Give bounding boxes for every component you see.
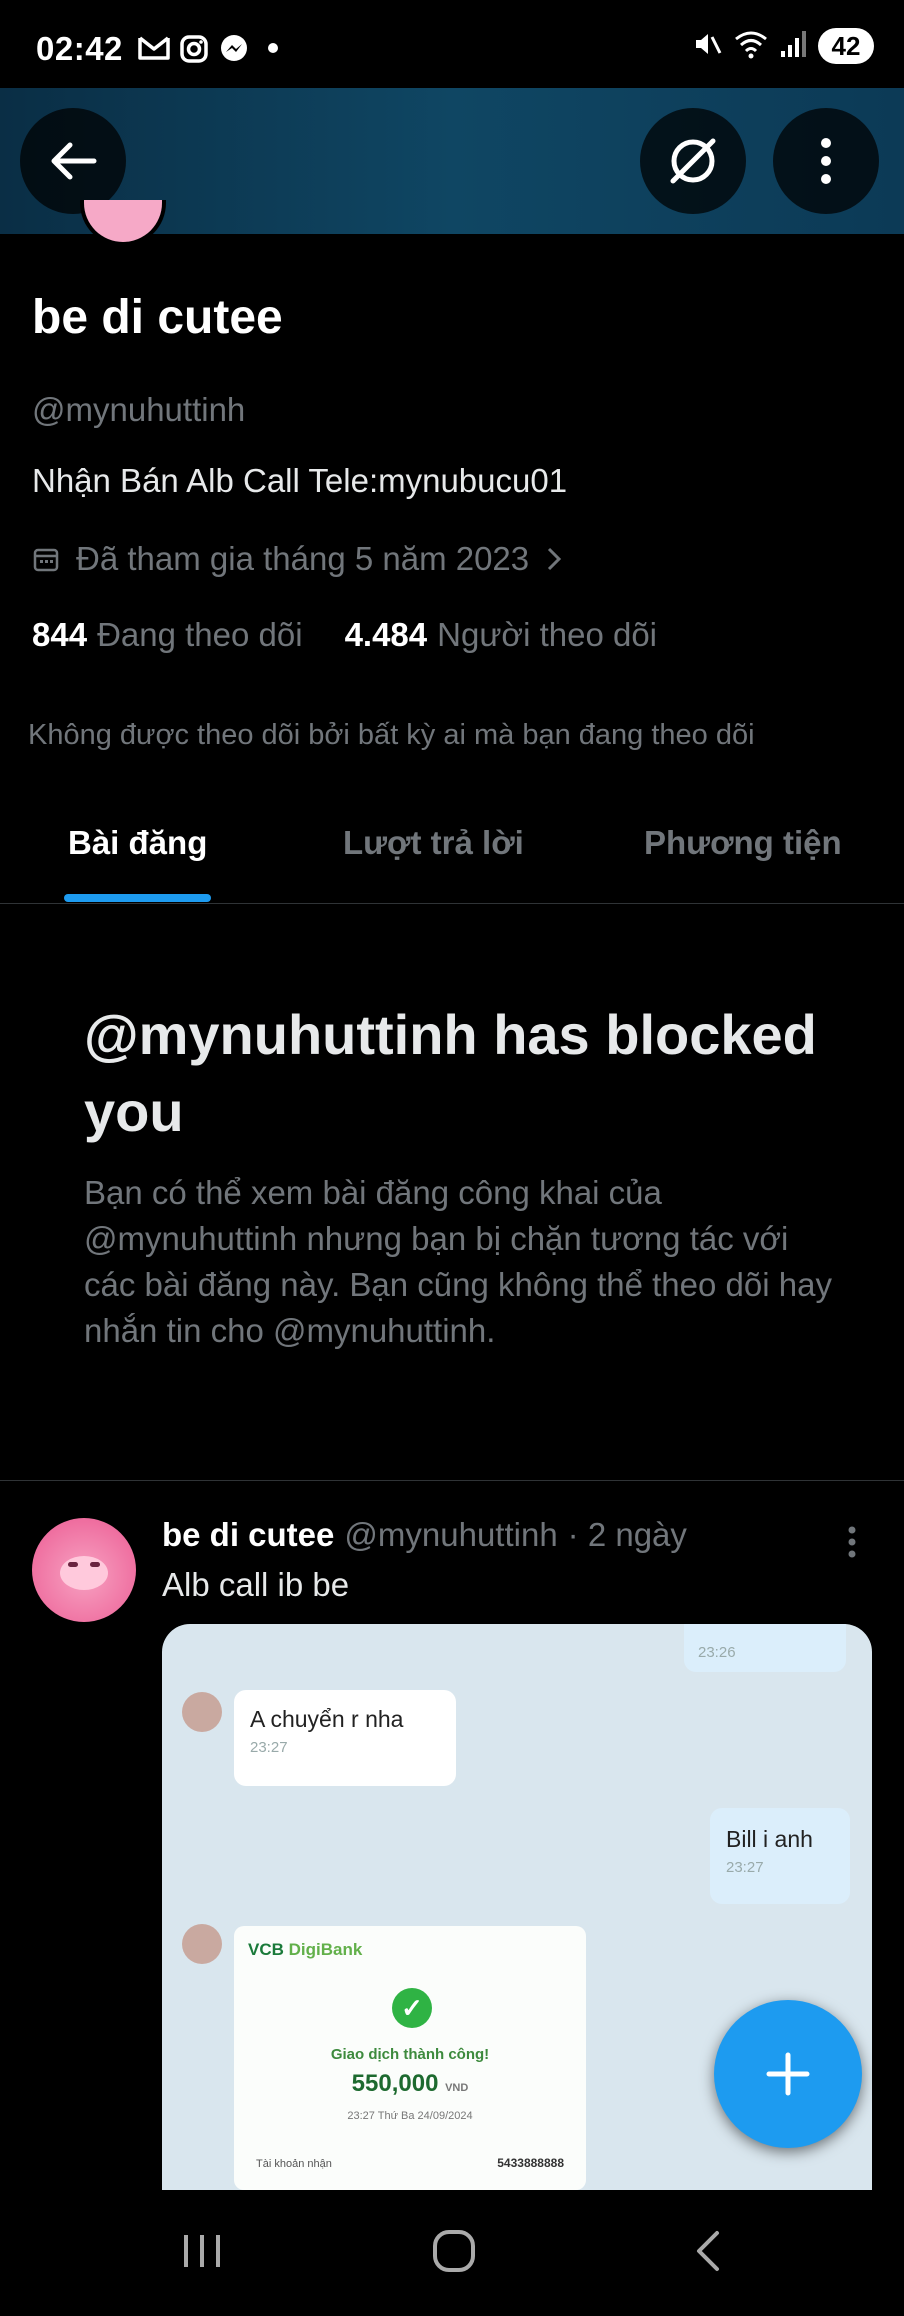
compose-button[interactable]: [714, 2000, 862, 2148]
more-notifications-dot: [268, 43, 278, 53]
post-text: Alb call ib be: [162, 1566, 350, 1603]
post-author-handle[interactable]: @mynuhuttinh: [344, 1516, 557, 1554]
post-more-button[interactable]: [840, 1522, 864, 1562]
post-header: be di cutee @mynuhuttinh · 2 ngày: [162, 1516, 687, 1554]
messenger-icon: [218, 34, 250, 62]
profile-bio: Nhận Bán Alb Call Tele:mynubucu01: [32, 462, 568, 499]
following-count: 844: [32, 616, 88, 653]
follow-counts: 844 Đang theo dõi 4.484 Người theo dõi: [32, 616, 657, 654]
more-options-button[interactable]: [773, 108, 879, 214]
gmail-icon: [138, 34, 170, 62]
post-avatar[interactable]: [32, 1518, 136, 1622]
chat-bubble: A chuyển r nha 23:27: [234, 1690, 456, 1786]
joined-text: Đã tham gia tháng 5 năm 2023: [76, 540, 530, 577]
system-icons: 42: [692, 28, 874, 64]
grok-icon: [670, 138, 716, 184]
back-nav-button[interactable]: [663, 2216, 753, 2286]
avatar-face: [60, 1556, 108, 1590]
tab-posts[interactable]: Bài đăng: [68, 824, 207, 862]
chat-time: 23:27: [726, 1859, 764, 1876]
followers-count: 4.484: [344, 616, 428, 653]
home-button[interactable]: [409, 2216, 499, 2286]
more-vertical-icon: [848, 1526, 856, 1558]
profile-tabs: Bài đăng Lượt trả lời Phương tiện: [0, 800, 904, 904]
receipt-amount: 550,000: [351, 2070, 439, 2097]
chat-bubble: 23:26: [684, 1624, 846, 1672]
system-nav-bar: [0, 2190, 904, 2316]
followers-link[interactable]: 4.484 Người theo dõi: [345, 616, 657, 654]
chat-message: A chuyển r nha: [250, 1706, 404, 1732]
chat-message: Bill i anh: [726, 1826, 813, 1852]
followers-label: Người theo dõi: [437, 616, 658, 653]
back-button[interactable]: [20, 108, 126, 214]
joined-date[interactable]: Đã tham gia tháng 5 năm 2023: [32, 540, 563, 578]
battery-indicator: 42: [818, 28, 874, 64]
mute-icon: [692, 29, 722, 64]
recents-icon: [184, 2235, 220, 2267]
chat-avatar: [182, 1692, 222, 1732]
chevron-right-icon: [548, 547, 562, 571]
chat-bubble: Bill i anh 23:27: [710, 1808, 850, 1904]
divider: [0, 1480, 904, 1481]
receipt-bank: VCB: [248, 1940, 284, 1959]
wifi-icon: [734, 29, 768, 64]
chat-time: 23:27: [250, 1739, 288, 1756]
avatar-eye: [90, 1562, 100, 1567]
receipt-account-label: Tài khoản nhận: [256, 2158, 332, 2170]
receipt-status: Giao dịch thành công!: [330, 2046, 490, 2063]
calendar-icon: [33, 548, 59, 572]
status-time: 02:42: [36, 30, 123, 67]
following-link[interactable]: 844 Đang theo dõi: [32, 616, 303, 654]
receipt-bank-sub: DigiBank: [288, 1940, 363, 1959]
instagram-icon: [178, 34, 210, 63]
post-author-name[interactable]: be di cutee: [162, 1516, 334, 1554]
tab-media[interactable]: Phương tiện: [644, 824, 842, 862]
chat-avatar: [182, 1924, 222, 1964]
avatar-eye: [68, 1562, 78, 1567]
recents-button[interactable]: [157, 2216, 247, 2286]
post-time: · 2 ngày: [567, 1516, 687, 1553]
profile-name: be di cutee: [32, 291, 283, 344]
bank-receipt: VCB DigiBank ✓ Giao dịch thành công! 550…: [234, 1926, 586, 2190]
blocked-title: @mynuhuttinh has blocked you: [84, 1003, 817, 1143]
status-bar: 02:42 42: [0, 0, 904, 88]
tab-replies[interactable]: Lượt trả lời: [343, 824, 524, 862]
blocked-description: Bạn có thể xem bài đăng công khai của @m…: [84, 1174, 832, 1349]
home-icon: [433, 2230, 475, 2272]
notification-icons: [138, 34, 278, 63]
grok-button[interactable]: [640, 108, 746, 214]
chat-time: 23:26: [698, 1644, 736, 1661]
success-check-icon: ✓: [392, 1988, 432, 2028]
active-tab-indicator: [64, 894, 211, 902]
more-vertical-icon: [821, 138, 831, 184]
receipt-date: 23:27 Thứ Ba 24/09/2024: [347, 2110, 473, 2122]
receipt-account: 5433888888: [497, 2156, 564, 2170]
profile-avatar[interactable]: [80, 200, 166, 246]
signal-icon: [780, 29, 806, 64]
plus-icon: [766, 2052, 810, 2096]
back-icon: [697, 2231, 719, 2271]
mutual-followers-text: Không được theo dõi bởi bất kỳ ai mà bạn…: [28, 719, 755, 751]
arrow-left-icon: [51, 142, 97, 180]
receipt-currency: VND: [445, 2082, 469, 2094]
profile-handle: @mynuhuttinh: [32, 391, 246, 428]
following-label: Đang theo dõi: [97, 616, 303, 653]
